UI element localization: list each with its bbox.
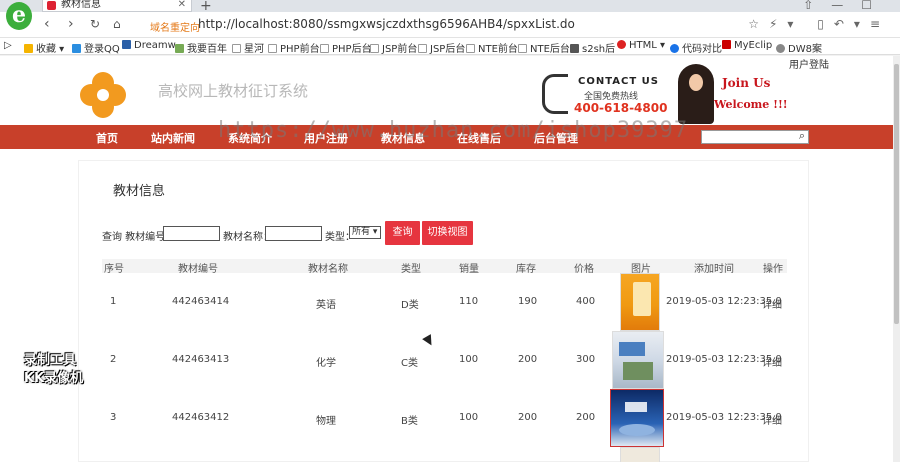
hotline-number: 400-618-4800 — [574, 101, 668, 115]
bookmark-item[interactable]: JSP后台 — [418, 40, 465, 55]
table-row: 2 442463413 化学 C类 100 200 300 2019-05-03… — [102, 331, 787, 389]
cell-name: 英语 — [316, 300, 336, 311]
bookmark-item[interactable]: 收藏 ▾ — [24, 40, 64, 55]
cell-name: 物理 — [316, 416, 336, 427]
cell-price: 400 — [576, 296, 596, 307]
bookmark-item[interactable]: NTE后台 — [518, 40, 570, 55]
site-header: 高校网上教材征订系统 CONTACT US 全国免费热线 400-618-480… — [0, 56, 893, 125]
textbook-cover-image[interactable] — [620, 273, 660, 331]
site-title: 高校网上教材征订系统 — [158, 82, 309, 100]
phone-icon — [542, 74, 568, 114]
browser-tab[interactable]: 教材信息 ✕ — [42, 0, 192, 12]
cell-stock: 190 — [518, 296, 538, 307]
cell-type: C类 — [401, 358, 418, 369]
address-bar[interactable]: http://localhost:8080/ssmgxwsjczdxthsg65… — [198, 17, 575, 31]
cell-type: D类 — [401, 300, 419, 311]
bookmark-item[interactable]: 登录QQ — [72, 40, 120, 55]
bookmark-item[interactable]: PHP后台 — [320, 40, 372, 55]
redirect-badge: 域名重定向 — [150, 23, 200, 34]
menu-item-news[interactable]: 站内新闻 — [151, 130, 195, 146]
table-row: 3 442463412 物理 B类 100 200 200 2019-05-03… — [102, 389, 787, 447]
join-us-text: Join Us — [722, 76, 771, 90]
contact-title: CONTACT US — [578, 76, 659, 87]
navbar-tools[interactable]: ☆⚡▾ ▯↶▾≡ — [748, 17, 890, 31]
refresh-icon[interactable]: ↻ — [90, 17, 100, 31]
bookmark-item[interactable]: 代码对比 — [670, 40, 722, 55]
recorder-line-1: 录制工具 — [24, 353, 77, 368]
menu-item-home[interactable]: 首页 — [96, 130, 118, 146]
tab-title: 教材信息 — [61, 0, 101, 10]
bookmark-item[interactable]: s2sh后 — [570, 40, 615, 55]
user-login-link[interactable]: 用户登陆 — [789, 56, 829, 71]
bookmark-item[interactable]: NTE前台 — [466, 40, 518, 55]
bookmark-item[interactable]: DW8案 — [776, 40, 822, 55]
cell-code: 442463412 — [172, 412, 230, 423]
table-row — [102, 447, 787, 462]
back-icon[interactable]: ‹ — [44, 16, 50, 32]
type-select[interactable]: 所有 ▾ — [349, 226, 381, 239]
bookmark-item[interactable]: Dreamw — [122, 40, 176, 51]
forward-icon[interactable]: › — [68, 16, 74, 32]
web-page: 高校网上教材征订系统 CONTACT US 全国免费热线 400-618-480… — [0, 56, 893, 462]
textbook-cover-image[interactable] — [612, 331, 664, 389]
detail-link[interactable]: 详细 — [762, 296, 782, 311]
textbook-panel: 教材信息 查询 教材编号： 教材名称： 类型： 所有 ▾ 查询 切换视图 序号 … — [78, 160, 809, 462]
cell-price: 200 — [576, 412, 596, 423]
bookmark-item[interactable]: PHP前台 — [268, 40, 320, 55]
welcome-text: Welcome !!! — [714, 98, 788, 111]
code-input[interactable] — [163, 226, 220, 241]
site-logo-icon[interactable] — [80, 72, 126, 118]
bookmark-item[interactable]: MyEclip — [722, 40, 772, 51]
table-row: 1 442463414 英语 D类 110 190 400 2019-05-03… — [102, 273, 787, 331]
table-header: 序号 教材编号 教材名称 类型 销量 库存 价格 图片 添加时间 操作 — [102, 259, 787, 275]
browser-navbar: ‹ › ↻ ⌂ 域名重定向 http://localhost:8080/ssmg… — [0, 12, 900, 38]
detail-link[interactable]: 详细 — [762, 412, 782, 427]
window-controls[interactable]: ⇧—☐ — [803, 0, 890, 12]
bookmarks-bar: ▷ 收藏 ▾ 登录QQ Dreamw 我要百年 星河 PHP前台 PHP后台 J… — [0, 38, 900, 55]
bookmark-item[interactable]: JSP前台 — [370, 40, 417, 55]
textbook-cover-image[interactable] — [610, 389, 664, 447]
bookmark-item[interactable]: 星河 — [232, 40, 264, 55]
cell-sales: 100 — [459, 412, 479, 423]
site-search-input[interactable]: ⌕ — [701, 129, 809, 144]
recorder-line-2: KK录像机 — [24, 371, 84, 386]
sidebar-toggle-icon[interactable]: ▷ — [4, 40, 12, 51]
textbook-cover-image[interactable] — [620, 447, 660, 462]
cell-code: 442463413 — [172, 354, 230, 365]
home-icon[interactable]: ⌂ — [113, 17, 121, 31]
banner-person-image — [678, 64, 714, 124]
bookmark-item[interactable]: HTML ▾ — [617, 40, 665, 51]
switch-view-button[interactable]: 切换视图 — [422, 221, 473, 245]
tab-favicon-icon — [47, 1, 56, 10]
cell-sales: 110 — [459, 296, 479, 307]
cell-no: 2 — [110, 354, 117, 365]
scrollbar-thumb[interactable] — [894, 64, 899, 324]
cell-name: 化学 — [316, 358, 336, 369]
cell-sales: 100 — [459, 354, 479, 365]
browser-logo-icon: e — [6, 2, 32, 30]
cell-price: 300 — [576, 354, 596, 365]
cell-stock: 200 — [518, 354, 538, 365]
page-scrollbar[interactable] — [893, 56, 900, 462]
cell-no: 1 — [110, 296, 117, 307]
watermark-text: https://www.huzhan.com/ishop39397 — [218, 118, 689, 143]
recorder-watermark: 录制工具 KK录像机 — [24, 352, 83, 388]
query-button[interactable]: 查询 — [385, 221, 420, 245]
detail-link[interactable]: 详细 — [762, 354, 782, 369]
cell-stock: 200 — [518, 412, 538, 423]
cell-code: 442463414 — [172, 296, 230, 307]
close-tab-icon[interactable]: ✕ — [178, 0, 186, 10]
browser-tab-bar: 教材信息 ✕ + ⇧—☐ — [0, 0, 900, 14]
name-input[interactable] — [265, 226, 322, 241]
bookmark-item[interactable]: 我要百年 — [175, 40, 227, 55]
cell-no: 3 — [110, 412, 117, 423]
search-icon[interactable]: ⌕ — [799, 129, 805, 143]
page-title: 教材信息 — [113, 184, 166, 199]
cell-type: B类 — [401, 416, 418, 427]
